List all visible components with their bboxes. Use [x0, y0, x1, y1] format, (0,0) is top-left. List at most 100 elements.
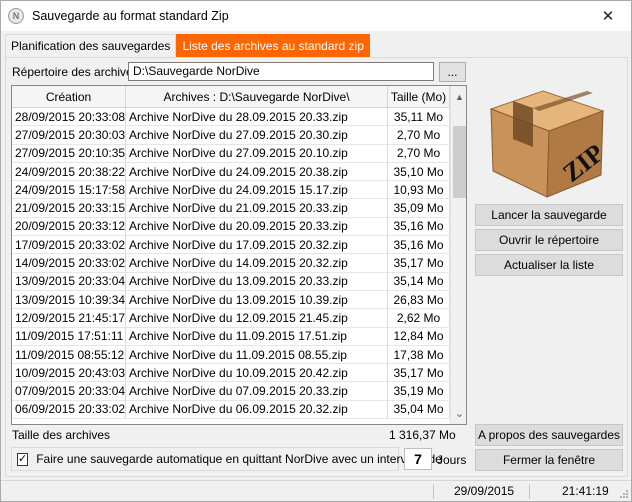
close-window-text-button[interactable]: Fermer la fenêtre	[475, 449, 623, 471]
cell-archive-name: Archive NorDive du 28.09.2015 20.33.zip	[126, 108, 388, 127]
column-header-size[interactable]: Taille (Mo)	[388, 86, 450, 108]
table-row[interactable]: 11/09/2015 17:51:11 Archive NorDive du 11…	[12, 327, 450, 346]
cell-size: 35,17 Mo	[388, 364, 450, 383]
cell-creation: 24/09/2015 15:17:58	[12, 181, 126, 200]
cell-creation: 12/09/2015 21:45:17	[12, 309, 126, 328]
total-size-value: 1 316,37 Mo	[389, 428, 456, 442]
status-separator	[529, 484, 530, 499]
scroll-thumb[interactable]	[453, 126, 466, 198]
total-size-label: Taille des archives	[12, 428, 111, 442]
cell-size: 35,19 Mo	[388, 382, 450, 401]
table-row[interactable]: 13/09/2015 20:33:04 Archive NorDive du 13…	[12, 272, 450, 291]
close-icon: ✕	[601, 8, 615, 25]
status-date: 29/09/2015	[454, 484, 515, 498]
archive-table[interactable]: Création Archives : D:\Sauvegarde NorDiv…	[11, 85, 467, 425]
column-header-archives[interactable]: Archives : D:\Sauvegarde NorDive\	[126, 86, 388, 108]
tab-strip: Planification des sauvegardes Liste des …	[5, 34, 370, 57]
cell-size: 10,93 Mo	[388, 181, 450, 200]
cell-archive-name: Archive NorDive du 27.09.2015 20.30.zip	[126, 126, 388, 145]
cell-size: 35,11 Mo	[388, 108, 450, 127]
resize-grip-icon[interactable]	[619, 489, 629, 499]
cell-size: 35,04 Mo	[388, 400, 450, 420]
table-row[interactable]: 28/09/2015 20:33:08 Archive NorDive du 28…	[12, 108, 450, 127]
status-separator	[433, 484, 434, 499]
table-row[interactable]: 17/09/2015 20:33:02 Archive NorDive du 17…	[12, 236, 450, 255]
table-row[interactable]: 12/09/2015 21:45:17 Archive NorDive du 12…	[12, 309, 450, 328]
refresh-list-button[interactable]: Actualiser la liste	[475, 254, 623, 276]
close-window-button[interactable]: ✕	[585, 1, 631, 31]
cell-archive-name: Archive NorDive du 27.09.2015 20.10.zip	[126, 144, 388, 163]
cell-size: 35,16 Mo	[388, 236, 450, 255]
cell-creation: 06/09/2015 20:33:02	[12, 400, 126, 420]
nordive-logo-icon: N	[8, 8, 24, 24]
browse-button[interactable]: ...	[439, 62, 466, 82]
table-row[interactable]: 07/09/2015 20:33:04 Archive NorDive du 07…	[12, 382, 450, 401]
cell-archive-name: Archive NorDive du 11.09.2015 08.55.zip	[126, 345, 388, 365]
zip-box-icon: ZIP	[483, 81, 611, 199]
vertical-scrollbar[interactable]: ▲ ⌄	[450, 86, 466, 424]
cell-size: 35,09 Mo	[388, 199, 450, 218]
table-row[interactable]: 27/09/2015 20:10:35 Archive NorDive du 27…	[12, 144, 450, 163]
scroll-down-icon[interactable]: ⌄	[451, 404, 466, 422]
table-row[interactable]: 10/09/2015 20:43:03 Archive NorDive du 10…	[12, 364, 450, 383]
cell-size: 35,17 Mo	[388, 254, 450, 273]
start-backup-button[interactable]: Lancer la sauvegarde	[475, 204, 623, 226]
table-row[interactable]: 13/09/2015 10:39:34 Archive NorDive du 13…	[12, 290, 450, 310]
table-row[interactable]: 21/09/2015 20:33:15 Archive NorDive du 21…	[12, 199, 450, 218]
status-time: 21:41:19	[562, 484, 609, 498]
cell-creation: 11/09/2015 08:55:12	[12, 345, 126, 365]
cell-size: 17,38 Mo	[388, 345, 450, 365]
title-bar: N Sauvegarde au format standard Zip ✕	[1, 1, 631, 31]
table-row[interactable]: 14/09/2015 20:33:02 Archive NorDive du 14…	[12, 254, 450, 273]
about-backups-button[interactable]: A propos des sauvegardes	[475, 424, 623, 446]
interval-days-input[interactable]: 7	[404, 448, 432, 470]
auto-save-checkbox[interactable]: ✓	[17, 452, 29, 466]
zip-backup-window: N Sauvegarde au format standard Zip ✕ Pl…	[0, 0, 632, 502]
cell-creation: 17/09/2015 20:33:02	[12, 236, 126, 255]
cell-creation: 27/09/2015 20:10:35	[12, 144, 126, 163]
cell-size: 35,10 Mo	[388, 162, 450, 182]
cell-archive-name: Archive NorDive du 24.09.2015 20.38.zip	[126, 162, 388, 182]
scroll-up-icon[interactable]: ▲	[451, 86, 466, 108]
cell-creation: 24/09/2015 20:38:22	[12, 162, 126, 182]
cell-archive-name: Archive NorDive du 12.09.2015 21.45.zip	[126, 309, 388, 328]
cell-archive-name: Archive NorDive du 24.09.2015 15.17.zip	[126, 181, 388, 200]
checkmark-icon: ✓	[18, 452, 28, 465]
cell-creation: 07/09/2015 20:33:04	[12, 382, 126, 401]
cell-creation: 28/09/2015 20:33:08	[12, 108, 126, 127]
window-title: Sauvegarde au format standard Zip	[32, 9, 229, 23]
auto-save-label: Faire une sauvegarde automatique en quit…	[36, 452, 442, 466]
column-header-creation[interactable]: Création	[12, 86, 126, 108]
cell-creation: 10/09/2015 20:43:03	[12, 364, 126, 383]
cell-size: 12,84 Mo	[388, 327, 450, 346]
cell-archive-name: Archive NorDive du 21.09.2015 20.33.zip	[126, 199, 388, 218]
directory-input[interactable]: D:\Sauvegarde NorDive	[128, 62, 434, 81]
tab-archive-list[interactable]: Liste des archives au standard zip	[176, 34, 370, 57]
cell-size: 35,14 Mo	[388, 272, 450, 291]
cell-size: 2,62 Mo	[388, 309, 450, 328]
tab-schedule[interactable]: Planification des sauvegardes	[5, 34, 177, 57]
cell-size: 2,70 Mo	[388, 144, 450, 163]
auto-save-option: ✓ Faire une sauvegarde automatique en qu…	[11, 447, 442, 471]
cell-creation: 13/09/2015 20:33:04	[12, 272, 126, 291]
table-row[interactable]: 24/09/2015 20:38:22 Archive NorDive du 24…	[12, 162, 450, 182]
table-row[interactable]: 11/09/2015 08:55:12 Archive NorDive du 11…	[12, 345, 450, 365]
table-row[interactable]: 06/09/2015 20:33:02 Archive NorDive du 06…	[12, 400, 450, 420]
open-directory-button[interactable]: Ouvrir le répertoire	[475, 229, 623, 251]
cell-archive-name: Archive NorDive du 14.09.2015 20.32.zip	[126, 254, 388, 273]
cell-creation: 21/09/2015 20:33:15	[12, 199, 126, 218]
cell-archive-name: Archive NorDive du 17.09.2015 20.32.zip	[126, 236, 388, 255]
cell-archive-name: Archive NorDive du 06.09.2015 20.32.zip	[126, 400, 388, 420]
table-row[interactable]: 20/09/2015 20:33:12 Archive NorDive du 20…	[12, 217, 450, 237]
cell-archive-name: Archive NorDive du 20.09.2015 20.33.zip	[126, 217, 388, 237]
cell-size: 2,70 Mo	[388, 126, 450, 145]
cell-size: 35,16 Mo	[388, 217, 450, 237]
table-row[interactable]: 24/09/2015 15:17:58 Archive NorDive du 24…	[12, 181, 450, 200]
status-bar	[1, 480, 631, 501]
directory-label: Répertoire des archives	[12, 65, 139, 79]
cell-archive-name: Archive NorDive du 10.09.2015 20.42.zip	[126, 364, 388, 383]
table-row[interactable]: 27/09/2015 20:30:03 Archive NorDive du 27…	[12, 126, 450, 145]
cell-archive-name: Archive NorDive du 11.09.2015 17.51.zip	[126, 327, 388, 346]
cell-creation: 20/09/2015 20:33:12	[12, 217, 126, 237]
interval-days-unit: Jours	[437, 453, 467, 467]
